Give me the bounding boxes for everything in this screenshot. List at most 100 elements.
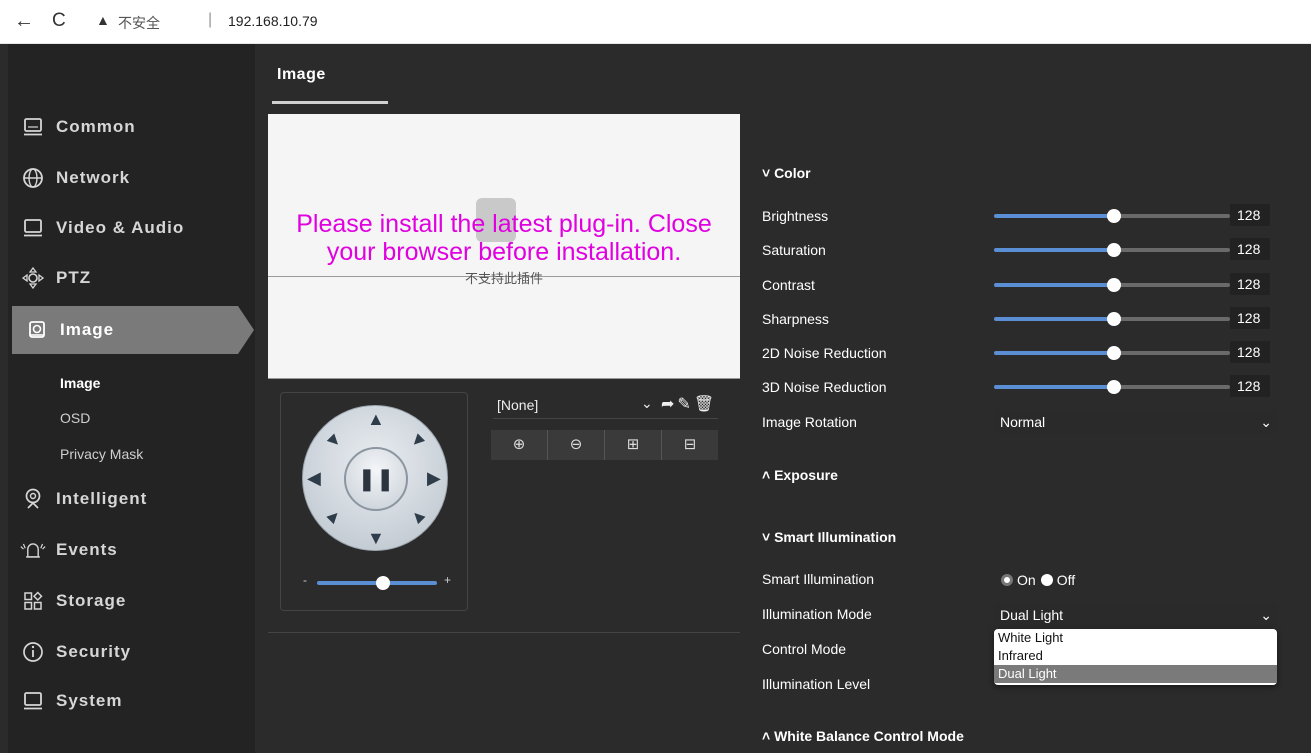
- url-text[interactable]: 192.168.10.79: [228, 13, 318, 29]
- saturation-label: Saturation: [762, 242, 826, 258]
- subitem-image[interactable]: Image: [60, 375, 100, 391]
- ptz-up-left-arrow-icon[interactable]: ▼: [320, 427, 347, 454]
- sidebar-item-video-audio[interactable]: Video & Audio: [8, 206, 255, 250]
- image-rotation-select[interactable]: Normal ⌄: [994, 410, 1278, 434]
- chevron-down-icon[interactable]: ⌄: [641, 395, 653, 412]
- section-color[interactable]: ˅ Color: [762, 165, 811, 181]
- sharpness-slider[interactable]: [994, 312, 1230, 326]
- warning-icon[interactable]: ▲: [96, 12, 110, 28]
- smart-illumination-label: Smart Illumination: [762, 571, 875, 587]
- image-rotation-label: Image Rotation: [762, 414, 857, 430]
- slider-knob[interactable]: [1107, 312, 1121, 326]
- sidebar-item-label: Events: [56, 540, 118, 559]
- sidebar-item-label: Common: [56, 117, 136, 136]
- focus-near-icon[interactable]: ⊞: [605, 430, 662, 460]
- ptz-down-right-arrow-icon[interactable]: ▲: [404, 503, 431, 530]
- contrast-value[interactable]: 128: [1230, 273, 1270, 295]
- sidebar-item-security[interactable]: Security: [8, 630, 255, 674]
- saturation-value[interactable]: 128: [1230, 238, 1270, 260]
- section-smart-illumination[interactable]: ˅ Smart Illumination: [762, 529, 896, 545]
- sidebar-item-label: Video & Audio: [56, 218, 185, 237]
- slider-knob[interactable]: [1107, 278, 1121, 292]
- control-mode-label: Control Mode: [762, 641, 847, 657]
- sharpness-label: Sharpness: [762, 311, 829, 327]
- subitem-privacy-mask[interactable]: Privacy Mask: [60, 446, 143, 462]
- focus-far-icon[interactable]: ⊟: [662, 430, 718, 460]
- ptz-direction-wheel[interactable]: ▲ ▼ ◀ ▶ ▼ ▼ ▲ ▲ ❚❚: [302, 405, 448, 551]
- slider-plus: +: [444, 573, 452, 587]
- slider-knob[interactable]: [1107, 380, 1121, 394]
- slider-knob[interactable]: [1107, 346, 1121, 360]
- zoom-toolbar: ⊕ ⊖ ⊞ ⊟: [491, 430, 718, 460]
- illumination-mode-value: Dual Light: [1000, 607, 1064, 623]
- ptz-control-panel: ▲ ▼ ◀ ▶ ▼ ▼ ▲ ▲ ❚❚ - +: [280, 392, 468, 611]
- zoom-out-icon[interactable]: ⊖: [548, 430, 605, 460]
- noise-3d-slider[interactable]: [994, 380, 1230, 394]
- webcam-icon: [20, 488, 46, 510]
- sidebar-item-events[interactable]: Events: [8, 528, 255, 572]
- illumination-level-label: Illumination Level: [762, 676, 871, 692]
- ptz-pause-button[interactable]: ❚❚: [344, 447, 408, 511]
- brightness-value[interactable]: 128: [1230, 204, 1270, 226]
- ptz-up-arrow-icon[interactable]: ▲: [367, 409, 385, 430]
- option-white-light[interactable]: White Light: [994, 629, 1277, 647]
- reload-icon[interactable]: C: [52, 10, 66, 32]
- tab-image[interactable]: Image: [277, 66, 326, 84]
- brightness-slider[interactable]: [994, 209, 1230, 223]
- section-white-balance[interactable]: ˄ White Balance Control Mode: [762, 728, 964, 744]
- back-arrow-icon[interactable]: ←: [14, 10, 34, 33]
- section-exposure[interactable]: ˄ Exposure: [762, 467, 838, 483]
- slider-knob[interactable]: [1107, 243, 1121, 257]
- sidebar-item-common[interactable]: Common: [8, 105, 255, 149]
- preset-value[interactable]: [None]: [497, 397, 538, 413]
- sidebar-item-storage[interactable]: Storage: [8, 579, 255, 623]
- slider-knob[interactable]: [1107, 209, 1121, 223]
- sidebar-item-system[interactable]: System: [8, 679, 255, 723]
- noise-3d-value[interactable]: 128: [1230, 375, 1270, 397]
- radio-off[interactable]: [1040, 574, 1053, 586]
- illumination-mode-select[interactable]: Dual Light ⌄: [994, 603, 1278, 627]
- noise-3d-label: 3D Noise Reduction: [762, 379, 887, 395]
- insecure-label[interactable]: 不安全: [118, 13, 160, 33]
- sidebar-item-intelligent[interactable]: Intelligent: [8, 477, 255, 521]
- subitem-osd[interactable]: OSD: [60, 410, 90, 426]
- option-infrared[interactable]: Infrared: [994, 647, 1277, 665]
- ptz-left-arrow-icon[interactable]: ◀: [307, 468, 321, 489]
- image-settings: ˅ Color Brightness 128 Saturation 128 Co…: [761, 44, 1281, 753]
- ptz-speed-slider[interactable]: - +: [303, 573, 453, 590]
- ptz-right-arrow-icon[interactable]: ▶: [427, 468, 441, 489]
- noise-2d-slider[interactable]: [994, 346, 1230, 360]
- sidebar-item-label: System: [56, 691, 123, 710]
- noise-2d-label: 2D Noise Reduction: [762, 345, 887, 361]
- sharpness-value[interactable]: 128: [1230, 307, 1270, 329]
- sidebar-item-label: Network: [56, 168, 131, 187]
- panel-divider: [268, 632, 740, 633]
- zoom-in-icon[interactable]: ⊕: [491, 430, 548, 460]
- preset-selector[interactable]: [None] ⌄ ➦✎🗑: [493, 393, 718, 419]
- sidebar-item-label: Image: [60, 320, 115, 339]
- ptz-down-arrow-icon[interactable]: ▼: [367, 528, 385, 549]
- slider-knob[interactable]: [376, 576, 390, 590]
- video-preview[interactable]: Please install the latest plug-in. Close…: [268, 114, 740, 379]
- ptz-down-left-arrow-icon[interactable]: ▲: [320, 503, 348, 530]
- illumination-mode-label: Illumination Mode: [762, 606, 872, 622]
- info-icon: [20, 641, 46, 663]
- radio-off-label[interactable]: Off: [1057, 572, 1075, 588]
- radio-on[interactable]: [1001, 574, 1013, 586]
- option-dual-light[interactable]: Dual Light: [994, 665, 1277, 683]
- sidebar-item-image[interactable]: Image: [12, 306, 254, 354]
- sidebar-item-network[interactable]: Network: [8, 156, 255, 200]
- noise-2d-value[interactable]: 128: [1230, 341, 1270, 363]
- contrast-slider[interactable]: [994, 278, 1230, 292]
- sidebar-item-ptz[interactable]: PTZ: [8, 256, 255, 300]
- ptz-up-right-arrow-icon[interactable]: ▼: [404, 427, 432, 454]
- brightness-label: Brightness: [762, 208, 829, 224]
- plugin-message-line2: your browser before installation.: [326, 238, 682, 266]
- plugin-install-message: Please install the latest plug-in. Close…: [268, 210, 740, 266]
- camera-icon: [24, 320, 50, 340]
- monitor-icon: [20, 691, 46, 711]
- preset-actions-icon[interactable]: ➦✎🗑: [661, 394, 717, 414]
- monitor-icon: [20, 218, 46, 238]
- saturation-slider[interactable]: [994, 243, 1230, 257]
- radio-on-label[interactable]: On: [1017, 572, 1036, 588]
